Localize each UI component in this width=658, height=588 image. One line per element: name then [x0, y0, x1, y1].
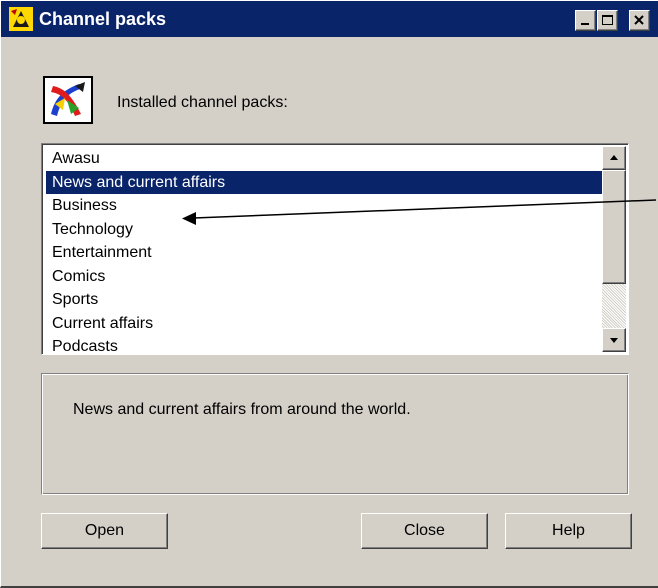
awasu-app-icon: [9, 7, 33, 31]
arrow-up-icon: [610, 155, 618, 160]
scroll-thumb[interactable]: [602, 170, 626, 284]
close-icon: [634, 15, 644, 25]
list-scrollbar[interactable]: [602, 146, 626, 352]
list-item[interactable]: Awasu: [46, 147, 604, 171]
list-item[interactable]: Sports: [46, 288, 604, 312]
list-item[interactable]: Business: [46, 194, 604, 218]
close-window-button[interactable]: [629, 10, 650, 31]
close-button[interactable]: Close: [361, 513, 488, 549]
list-item[interactable]: News and current affairs: [46, 170, 604, 194]
scroll-down-button[interactable]: [602, 328, 626, 352]
channel-packs-dialog: Channel packs Installed channel packs: A…: [0, 0, 658, 588]
channel-pack-list-items: Awasu News and current affairs Business Tec…: [46, 147, 604, 354]
list-item[interactable]: Comics: [46, 265, 604, 289]
open-button[interactable]: Open: [41, 513, 168, 549]
title-bar[interactable]: Channel packs: [1, 1, 658, 37]
list-item[interactable]: Current affairs: [46, 312, 604, 336]
scroll-up-button[interactable]: [602, 146, 626, 170]
maximize-icon: [602, 15, 613, 25]
description-panel: News and current affairs from around the…: [41, 373, 629, 495]
arrow-down-icon: [610, 338, 618, 343]
minimize-button[interactable]: [575, 10, 596, 31]
installed-packs-label: Installed channel packs:: [117, 94, 288, 111]
help-button[interactable]: Help: [505, 513, 632, 549]
list-item[interactable]: Technology: [46, 218, 604, 242]
list-item[interactable]: Podcasts: [46, 335, 604, 354]
description-text: News and current affairs from around the…: [73, 401, 411, 418]
maximize-button[interactable]: [597, 10, 618, 31]
channel-pack-logo-icon: [43, 76, 93, 124]
window-title: Channel packs: [39, 9, 167, 29]
list-item[interactable]: Entertainment: [46, 241, 604, 265]
channel-pack-list[interactable]: Awasu News and current affairs Business Tec…: [41, 143, 629, 355]
minimize-icon: [581, 23, 589, 25]
